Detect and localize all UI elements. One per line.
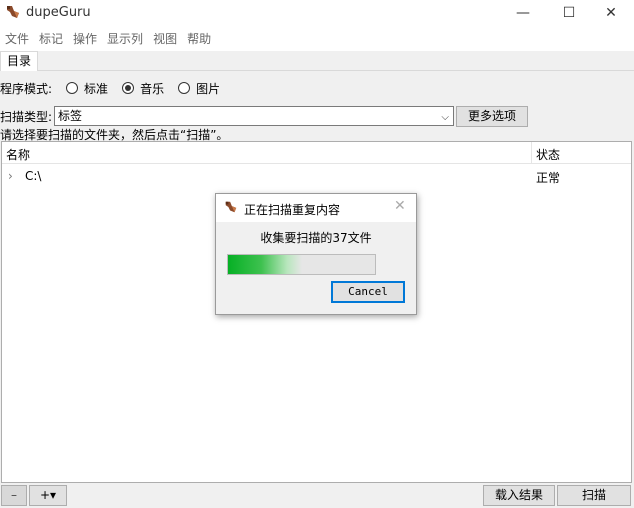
- dialog-message: 收集要扫描的37文件: [260, 231, 372, 245]
- tree-header: 名称 状态: [2, 142, 631, 164]
- tab-directories[interactable]: 目录: [0, 51, 38, 71]
- tree-row[interactable]: › C:\ 正常: [2, 166, 631, 186]
- dialog-title-bar: 正在扫描重复内容 ✕: [216, 194, 416, 222]
- progress-fill: [228, 255, 302, 274]
- menu-actions[interactable]: 操作: [68, 29, 102, 49]
- scan-type-wrapper: 标签 ⌵: [0, 106, 454, 126]
- close-icon[interactable]: ✕: [394, 198, 406, 214]
- scan-progress-dialog: 正在扫描重复内容 ✕ 收集要扫描的37文件 Cancel: [215, 193, 417, 315]
- mode-standard-radio[interactable]: 标准: [66, 80, 108, 97]
- minimize-button[interactable]: —: [500, 0, 546, 26]
- app-mode-label: 程序模式:: [0, 81, 53, 96]
- dupeguru-logo-icon: [225, 201, 237, 213]
- mode-music-radio[interactable]: 音乐: [122, 80, 164, 97]
- folder-status[interactable]: 正常: [536, 169, 560, 186]
- add-folder-button[interactable]: +▾: [29, 485, 67, 506]
- menu-columns[interactable]: 显示列: [102, 29, 148, 49]
- load-results-button[interactable]: 载入结果: [483, 485, 555, 506]
- column-divider[interactable]: [531, 142, 532, 164]
- radio-checked-icon: [122, 82, 135, 94]
- chevron-down-icon: ⌵: [441, 112, 449, 123]
- window-title: dupeGuru: [26, 5, 91, 20]
- menu-view[interactable]: 视图: [148, 29, 182, 49]
- maximize-button[interactable]: ☐: [546, 0, 592, 26]
- chevron-right-icon[interactable]: ›: [8, 169, 13, 183]
- scan-type-select[interactable]: 标签 ⌵: [54, 106, 454, 126]
- scan-type-value: 标签: [58, 109, 83, 123]
- mode-picture-radio[interactable]: 图片: [178, 80, 220, 97]
- column-header-name[interactable]: 名称: [6, 146, 30, 163]
- dialog-title: 正在扫描重复内容: [244, 203, 341, 217]
- menu-mark[interactable]: 标记: [34, 29, 68, 49]
- close-button[interactable]: ✕: [588, 0, 634, 26]
- remove-folder-button[interactable]: –: [1, 485, 27, 506]
- menu-file[interactable]: 文件: [0, 29, 34, 49]
- mode-picture-label: 图片: [196, 81, 221, 96]
- title-bar: dupeGuru — ☐ ✕: [0, 0, 634, 26]
- scan-button[interactable]: 扫描: [557, 485, 631, 506]
- menu-help[interactable]: 帮助: [182, 29, 216, 49]
- folder-path: C:\: [25, 169, 42, 183]
- bottom-bar: – +▾ 载入结果 扫描: [0, 485, 634, 508]
- mode-standard-label: 标准: [84, 81, 109, 96]
- app-mode-row: 程序模式: 标准 音乐 图片: [0, 79, 220, 97]
- progress-bar: [227, 254, 376, 275]
- mode-music-label: 音乐: [140, 81, 165, 96]
- cancel-button[interactable]: Cancel: [331, 281, 405, 303]
- radio-unchecked-icon: [178, 82, 191, 94]
- dupeguru-logo-icon: [7, 6, 19, 18]
- menu-bar: 文件 标记 操作 显示列 视图 帮助: [0, 29, 634, 49]
- column-header-status[interactable]: 状态: [536, 146, 560, 163]
- radio-unchecked-icon: [66, 82, 79, 94]
- tab-bar: 目录: [0, 51, 634, 71]
- more-options-button[interactable]: 更多选项: [456, 106, 528, 127]
